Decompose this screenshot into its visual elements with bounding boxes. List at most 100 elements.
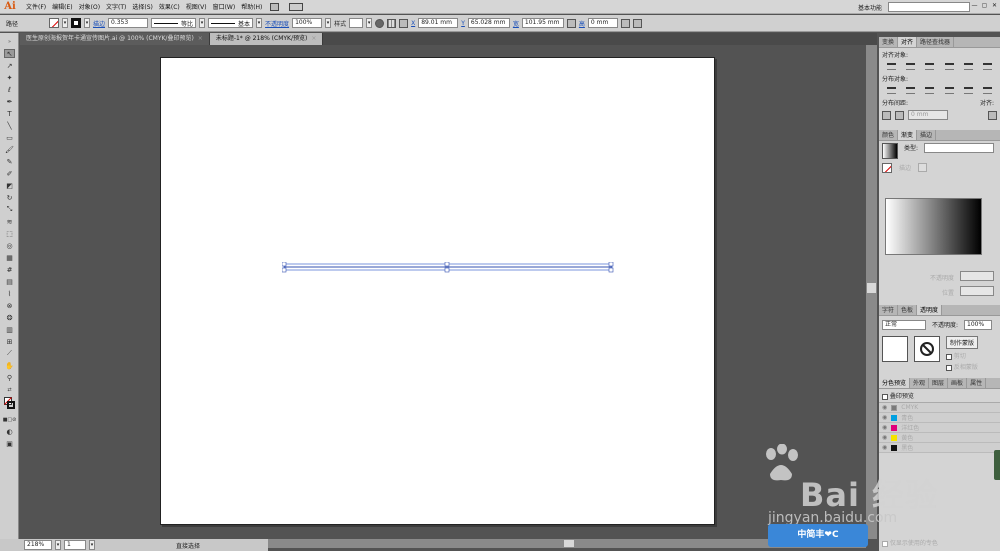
distribute-top-icon[interactable] [887, 87, 897, 94]
vertical-scroll-thumb[interactable] [867, 283, 876, 293]
tab-swatches[interactable]: 色板 [898, 305, 918, 315]
panel-collapse-icon[interactable]: » [4, 37, 15, 46]
reference-point-icon[interactable] [399, 18, 409, 28]
stroke-swatch[interactable] [71, 18, 81, 28]
menu-help[interactable]: 帮助(H) [241, 2, 262, 11]
side-feedback-button[interactable] [994, 450, 1000, 480]
ink-row-cmyk[interactable]: ◉ CMYK [879, 403, 1000, 413]
y-field[interactable]: 65.028 mm [467, 18, 510, 28]
tab-gradient[interactable]: 渐变 [898, 130, 918, 140]
horizontal-scroll-thumb[interactable] [564, 540, 574, 547]
recolor-icon[interactable] [375, 18, 385, 28]
align-left-icon[interactable] [887, 63, 897, 70]
gradient-location-field[interactable] [960, 286, 994, 296]
menu-select[interactable]: 选择(S) [132, 2, 153, 11]
free-transform-tool-icon[interactable]: ⬚ [4, 229, 15, 238]
spacing-horizontal-icon[interactable] [895, 110, 904, 120]
tab-document-1[interactable]: 医生原创海报贺年卡通宣传图片.ai @ 100% (CMYK/叠印预览) × [20, 33, 210, 45]
bounding-handle[interactable] [444, 267, 450, 273]
menu-view[interactable]: 视图(V) [186, 2, 207, 11]
gradient-fill-swatch[interactable] [882, 162, 892, 173]
tab-character[interactable]: 字符 [879, 305, 899, 315]
rectangle-tool-icon[interactable]: ▭ [4, 133, 15, 142]
line-tool-icon[interactable]: ╲ [4, 121, 15, 130]
slice-tool-icon[interactable]: ⟋ [4, 349, 15, 358]
clip-checkbox[interactable] [946, 353, 952, 360]
distribute-bottom-icon[interactable] [925, 87, 935, 94]
hand-tool-icon[interactable]: ✋ [4, 361, 15, 370]
tab-layers[interactable]: 图层 [929, 378, 949, 388]
blob-brush-tool-icon[interactable]: ✐ [4, 169, 15, 178]
invert-mask-checkbox[interactable] [946, 364, 952, 371]
brush-definition[interactable]: 基本 [208, 18, 254, 28]
pen-tool-icon[interactable]: ✒ [4, 97, 15, 106]
tab-stroke[interactable]: 描边 [917, 130, 937, 140]
artboard-tool-icon[interactable]: ⊞ [4, 337, 15, 346]
selected-path[interactable] [282, 262, 614, 274]
tab-attributes[interactable]: 属性 [967, 378, 987, 388]
align-top-icon[interactable] [944, 63, 954, 70]
workspace-switcher[interactable]: 基本功能 [858, 3, 882, 12]
stroke-dropdown[interactable]: ▾ [84, 18, 90, 28]
lasso-tool-icon[interactable]: ℓ [4, 85, 15, 94]
stroke-weight-field[interactable]: 0.353 [108, 18, 149, 28]
zoom-dropdown[interactable]: ▾ [55, 540, 61, 550]
zoom-field[interactable]: 218% [24, 540, 52, 550]
menu-effect[interactable]: 效果(C) [159, 2, 180, 11]
ink-row-cyan[interactable]: ◉ 青色 [879, 413, 1000, 423]
bridge-icon[interactable] [270, 2, 280, 11]
spacing-vertical-icon[interactable] [882, 110, 891, 120]
drawing-mode-icon[interactable]: ◐ [4, 427, 15, 436]
type-tool-icon[interactable]: T [4, 109, 15, 118]
artboard-dropdown[interactable]: ▾ [89, 540, 95, 550]
vertical-scrollbar[interactable] [866, 45, 877, 539]
artboard[interactable] [160, 57, 715, 525]
close-button[interactable]: ✕ [991, 2, 998, 10]
minimize-button[interactable]: — [971, 2, 978, 10]
tab-separations-preview[interactable]: 分色预览 [879, 378, 911, 388]
opacity-dropdown[interactable]: ▾ [325, 18, 332, 28]
pencil-tool-icon[interactable]: ✎ [4, 157, 15, 166]
menu-type[interactable]: 文字(T) [106, 2, 126, 11]
mesh-tool-icon[interactable]: # [4, 265, 15, 274]
align-right-icon[interactable] [925, 63, 935, 70]
bounding-handle[interactable] [282, 267, 287, 273]
tab-align[interactable]: 对齐 [898, 37, 918, 47]
symbol-sprayer-tool-icon[interactable]: ❂ [4, 313, 15, 322]
fill-dropdown[interactable]: ▾ [62, 18, 68, 28]
swap-fill-stroke-icon[interactable]: ⇄ [4, 385, 15, 394]
magic-wand-tool-icon[interactable]: ✦ [4, 73, 15, 82]
tab-transform[interactable]: 变换 [879, 37, 899, 47]
tab-pathfinder[interactable]: 路径查找器 [917, 37, 955, 47]
eyedropper-tool-icon[interactable]: ⌇ [4, 289, 15, 298]
scale-tool-icon[interactable]: ⤡ [4, 205, 15, 214]
eraser-tool-icon[interactable]: ◩ [4, 181, 15, 190]
x-field[interactable]: 89.01 mm [418, 18, 459, 28]
bounding-handle[interactable] [608, 267, 614, 273]
direct-selection-tool-icon[interactable]: ↗ [4, 61, 15, 70]
current-tool-status[interactable]: 直接选择 [176, 541, 200, 550]
shape-builder-tool-icon[interactable]: ◎ [4, 241, 15, 250]
style-dropdown[interactable]: ▾ [366, 18, 373, 28]
make-mask-button[interactable]: 制作蒙版 [946, 336, 979, 349]
bounding-handle[interactable] [282, 262, 287, 267]
blend-tool-icon[interactable]: ⊗ [4, 301, 15, 310]
profile-dropdown[interactable]: ▾ [199, 18, 206, 28]
selection-tool-icon[interactable]: ↖ [4, 49, 15, 58]
width-field[interactable]: 101.95 mm [521, 18, 564, 28]
distribute-left-icon[interactable] [944, 87, 954, 94]
tab-document-2[interactable]: 未标题-1* @ 218% (CMYK/预览) × [209, 33, 324, 45]
bounding-handle[interactable] [608, 262, 614, 267]
color-none-icons[interactable]: ■□⊘ [3, 415, 17, 424]
tab-appearance[interactable]: 外观 [910, 378, 930, 388]
fill-swatch[interactable] [49, 18, 59, 28]
transparency-opacity-field[interactable]: 100% [964, 319, 993, 330]
zoom-tool-icon[interactable]: ⚲ [4, 373, 15, 382]
height-field[interactable]: 0 mm [587, 18, 618, 28]
style-swatch[interactable] [349, 18, 364, 28]
rotate-tool-icon[interactable]: ↻ [4, 193, 15, 202]
used-spots-checkbox[interactable] [882, 540, 888, 547]
tab-artboards[interactable]: 画板 [948, 378, 968, 388]
perspective-grid-tool-icon[interactable]: ▦ [4, 253, 15, 262]
spacing-field[interactable]: 0 mm [908, 110, 948, 120]
